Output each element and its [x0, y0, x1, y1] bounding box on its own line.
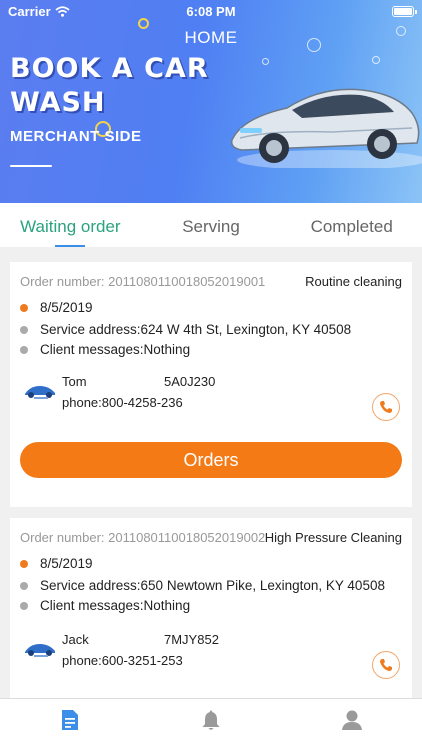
status-bar: Carrier 6:08 PM — [0, 0, 422, 22]
page-title: HOME — [184, 28, 238, 47]
address-row: Service address:624 W 4th St, Lexington,… — [20, 322, 351, 337]
headline-line1: BOOK A CAR — [10, 53, 209, 84]
order-card[interactable]: Order number: 20110801100180520190​02 Hi… — [10, 518, 412, 698]
orders-button[interactable]: Orders — [20, 442, 402, 478]
battery-icon — [392, 6, 417, 17]
address-dot — [20, 325, 28, 334]
service-type: Routine cleaning — [305, 274, 402, 289]
car-illustration — [230, 88, 422, 168]
bottom-navigation — [0, 698, 422, 750]
service-type: High Pressure Cleaning — [264, 530, 402, 545]
nav-orders[interactable] — [0, 699, 141, 750]
subheadline: MERCHANT SIDE — [10, 128, 142, 145]
bubble — [396, 26, 406, 36]
message-row: Client messages:Nothing — [20, 598, 190, 613]
order-number: Order number: 20110801100180520190​02 — [20, 530, 266, 545]
client-message: Client messages:Nothing — [40, 342, 191, 357]
headline: BOOK A CAR WASH — [10, 52, 209, 120]
message-row: Client messages:Nothing — [20, 342, 190, 357]
tab-waiting-order[interactable]: Waiting order — [0, 203, 141, 247]
nav-notifications[interactable] — [141, 699, 282, 750]
client-name: Jack — [62, 632, 89, 647]
license-plate: 5A0J230 — [164, 374, 216, 389]
nav-profile[interactable] — [281, 699, 422, 750]
tab-serving[interactable]: Serving — [141, 203, 282, 247]
user-icon — [341, 710, 362, 730]
phone-icon — [380, 401, 392, 413]
date-dot — [20, 559, 28, 568]
address-row: Service address:650 Newtown Pike, Lexing… — [20, 578, 385, 593]
status-time: 6:08 PM — [186, 4, 236, 19]
order-date: 8/5/2019 — [40, 556, 93, 571]
order-date: 8/5/2019 — [40, 300, 93, 315]
order-number: Order number: 20110801100180520190​01 — [20, 274, 266, 289]
client-name: Tom — [62, 374, 87, 389]
tab-completed[interactable]: Completed — [281, 203, 422, 247]
bubble — [307, 38, 321, 52]
client-message: Client messages:Nothing — [40, 598, 191, 613]
client-phone: phone:600-3251-253 — [62, 653, 183, 668]
order-tabs: Waiting order Serving Completed — [0, 203, 422, 247]
date-row: 8/5/2019 — [20, 300, 93, 315]
address-dot — [20, 581, 28, 590]
phone-icon — [380, 659, 392, 671]
service-address: Service address:624 W 4th St, Lexington,… — [40, 322, 352, 337]
bubble — [262, 58, 269, 65]
header-banner: Carrier 6:08 PM HOME BOOK A CAR WASH MER… — [0, 0, 422, 203]
divider — [10, 165, 52, 167]
bell-icon — [202, 710, 220, 730]
order-card[interactable]: Order number: 20110801100180520190​01 Ro… — [10, 262, 412, 507]
headline-line2: WASH — [10, 87, 106, 118]
message-dot — [20, 345, 28, 354]
license-plate: 7MJY852 — [164, 632, 219, 647]
call-button[interactable] — [372, 651, 400, 679]
car-logo-icon — [25, 644, 55, 657]
service-address: Service address:650 Newtown Pike, Lexing… — [40, 578, 385, 593]
call-button[interactable] — [372, 393, 400, 421]
client-phone: phone:800-4258-236 — [62, 395, 183, 410]
decorative-ring — [138, 18, 149, 29]
document-icon — [62, 710, 79, 730]
message-dot — [20, 601, 28, 610]
car-logo-icon — [25, 386, 55, 399]
date-row: 8/5/2019 — [20, 556, 93, 571]
bubble — [372, 56, 380, 64]
date-dot — [20, 303, 28, 312]
